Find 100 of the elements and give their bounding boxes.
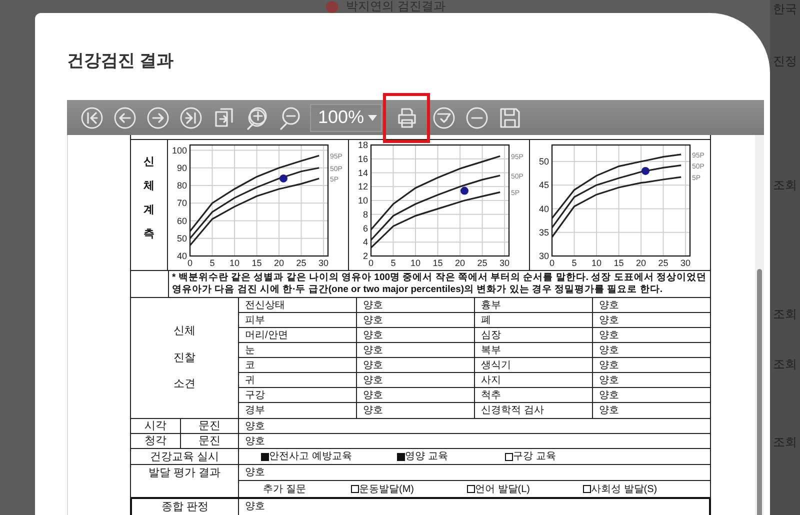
axis-tick-label: 30 (318, 258, 329, 268)
table-cell: 발달 평가 결과 (131, 465, 239, 497)
table-cell: 폐 (475, 313, 593, 327)
table-cell-text: 양호 (598, 344, 620, 357)
table-cell: 머리/안면 (239, 328, 357, 342)
axis-tick-label: 35 (538, 227, 549, 238)
axis-tick-label: 10 (592, 258, 602, 268)
axis-tick-label: 6 (362, 223, 368, 234)
table-cell: 종합 판정 (132, 499, 239, 515)
table-cell-text: 양호 (598, 404, 620, 418)
export-icon (212, 106, 236, 130)
section-label: 진찰 (174, 350, 196, 366)
measurement-point (279, 174, 288, 182)
toolbar-button[interactable] (145, 104, 171, 130)
axis-tick-label: 10 (358, 196, 368, 206)
zoom-out-icon (278, 106, 302, 130)
table-cell: 양호 (357, 373, 475, 387)
axis-tick-label: 25 (477, 258, 488, 268)
table-cell-text: 양호 (598, 314, 620, 327)
table-cell-text: 양호 (244, 500, 266, 514)
table-cell: 전신상태 (239, 298, 357, 312)
table-cell: 시각 (131, 419, 181, 433)
axis-tick-label: 40 (176, 251, 187, 261)
table-cell-text: 양호 (598, 389, 620, 402)
axis-tick-label: 40 (538, 204, 549, 214)
table-cell-text: 양호 (598, 299, 620, 312)
table-cell: 귀 (239, 373, 357, 387)
axis-tick-label: 20 (455, 258, 466, 268)
table-cell-text: 추가 질문 (263, 482, 307, 496)
toolbar-button[interactable] (383, 92, 430, 142)
checkbox-label: 사회성 발달(S) (591, 482, 658, 496)
first-page-icon (80, 106, 104, 130)
axis-tick-label: 10 (410, 258, 421, 268)
measurement-point (460, 186, 468, 195)
axis-tick-label: 5 (390, 258, 396, 268)
axis-tick-label: 10 (230, 258, 240, 268)
minus-circle-icon (465, 106, 489, 130)
checkbox-label: 언어 발달(L) (475, 482, 530, 496)
axis-tick-label: 0 (550, 258, 554, 268)
axis-tick-label: 20 (636, 258, 646, 268)
footnote-text: * 백분위수란 같은 성별과 같은 나이의 영유아 100명 중에서 작은 쪽에서 부터의 순서를 말한다. 성장 도표에서 정상이었던 영유아가 다음 검진 시에 한·두 급간(one or two major percentiles)의 변화가 있는 경우 정밀평가를 필요로 한다. (171, 271, 708, 297)
toolbar-button[interactable] (277, 104, 303, 130)
table-cell: 건강교육 실시 (131, 449, 239, 464)
checkbox-label: 안전사고 예방교육 (269, 450, 352, 464)
arrow-right-icon (146, 106, 170, 130)
scrollbar-thumb[interactable] (757, 269, 762, 515)
toolbar-button[interactable] (79, 104, 105, 130)
axis-tick-label: 5 (210, 258, 215, 268)
axis-tick-label: 2 (362, 251, 368, 261)
axis-tick-label: 100 (172, 145, 187, 156)
checkbox-label: 운동발달(M) (359, 482, 414, 496)
axis-tick-label: 50 (176, 233, 187, 244)
axis-tick-label: 12 (358, 182, 368, 192)
axis-tick-label: 15 (614, 258, 624, 268)
axis-tick-label: 8 (362, 209, 368, 220)
axis-tick-label: 5 (572, 258, 577, 268)
axis-tick-label: 16 (358, 154, 368, 164)
zoom-select[interactable]: 100% (310, 104, 382, 132)
axis-tick-label: 0 (368, 258, 374, 268)
axis-tick-label: 4 (362, 237, 368, 248)
axis-tick-label: 45 (538, 180, 549, 190)
axis-tick-label: 14 (358, 168, 368, 178)
table-cell: 사지 (475, 373, 593, 387)
table-cell-text: 양호 (244, 420, 266, 433)
axis-tick-label: 18 (358, 140, 368, 150)
arrow-left-icon (113, 106, 137, 130)
table-cell: 양호 (239, 465, 710, 481)
checkbox-label: 구강 교육 (513, 450, 556, 464)
table-cell: 문진 (181, 419, 239, 433)
table-cell: 양호 (357, 403, 475, 418)
toolbar-button[interactable] (112, 104, 138, 130)
table-cell-text: 양호 (598, 374, 620, 387)
table-cell: 코 (239, 358, 357, 372)
table-cell: 척추 (475, 388, 593, 402)
last-page-icon (179, 106, 203, 130)
axis-tick-label: 30 (538, 251, 549, 261)
axis-tick-label: 50 (538, 156, 549, 167)
axis-tick-label: 30 (680, 258, 691, 268)
table-cell: 양호 (357, 328, 475, 342)
axis-tick-label: 25 (296, 258, 306, 268)
toolbar-button[interactable] (464, 104, 490, 130)
table-cell: 청각 (131, 434, 181, 448)
table-cell: 양호 (357, 358, 475, 372)
zoom-in-icon (245, 106, 269, 130)
table-cell: 양호 (357, 388, 475, 402)
table-cell-text: 양호 (244, 435, 266, 448)
table-cell: 생식기 (475, 358, 593, 372)
table-cell: 경부 (239, 403, 357, 418)
table-cell: 양호 (357, 343, 475, 357)
table-cell: 양호 (357, 298, 475, 312)
toolbar-button[interactable] (178, 104, 204, 130)
section-label: 신체 (174, 324, 196, 340)
section-label: 소견 (174, 377, 196, 392)
axis-tick-label: 80 (176, 180, 187, 191)
toolbar-button[interactable] (244, 104, 270, 130)
axis-tick-label: 0 (188, 258, 192, 268)
table-cell: 피부 (239, 313, 357, 327)
axis-tick-label: 20 (274, 258, 284, 268)
measurement-point (641, 166, 650, 175)
table-cell-text: 양호 (598, 329, 620, 342)
